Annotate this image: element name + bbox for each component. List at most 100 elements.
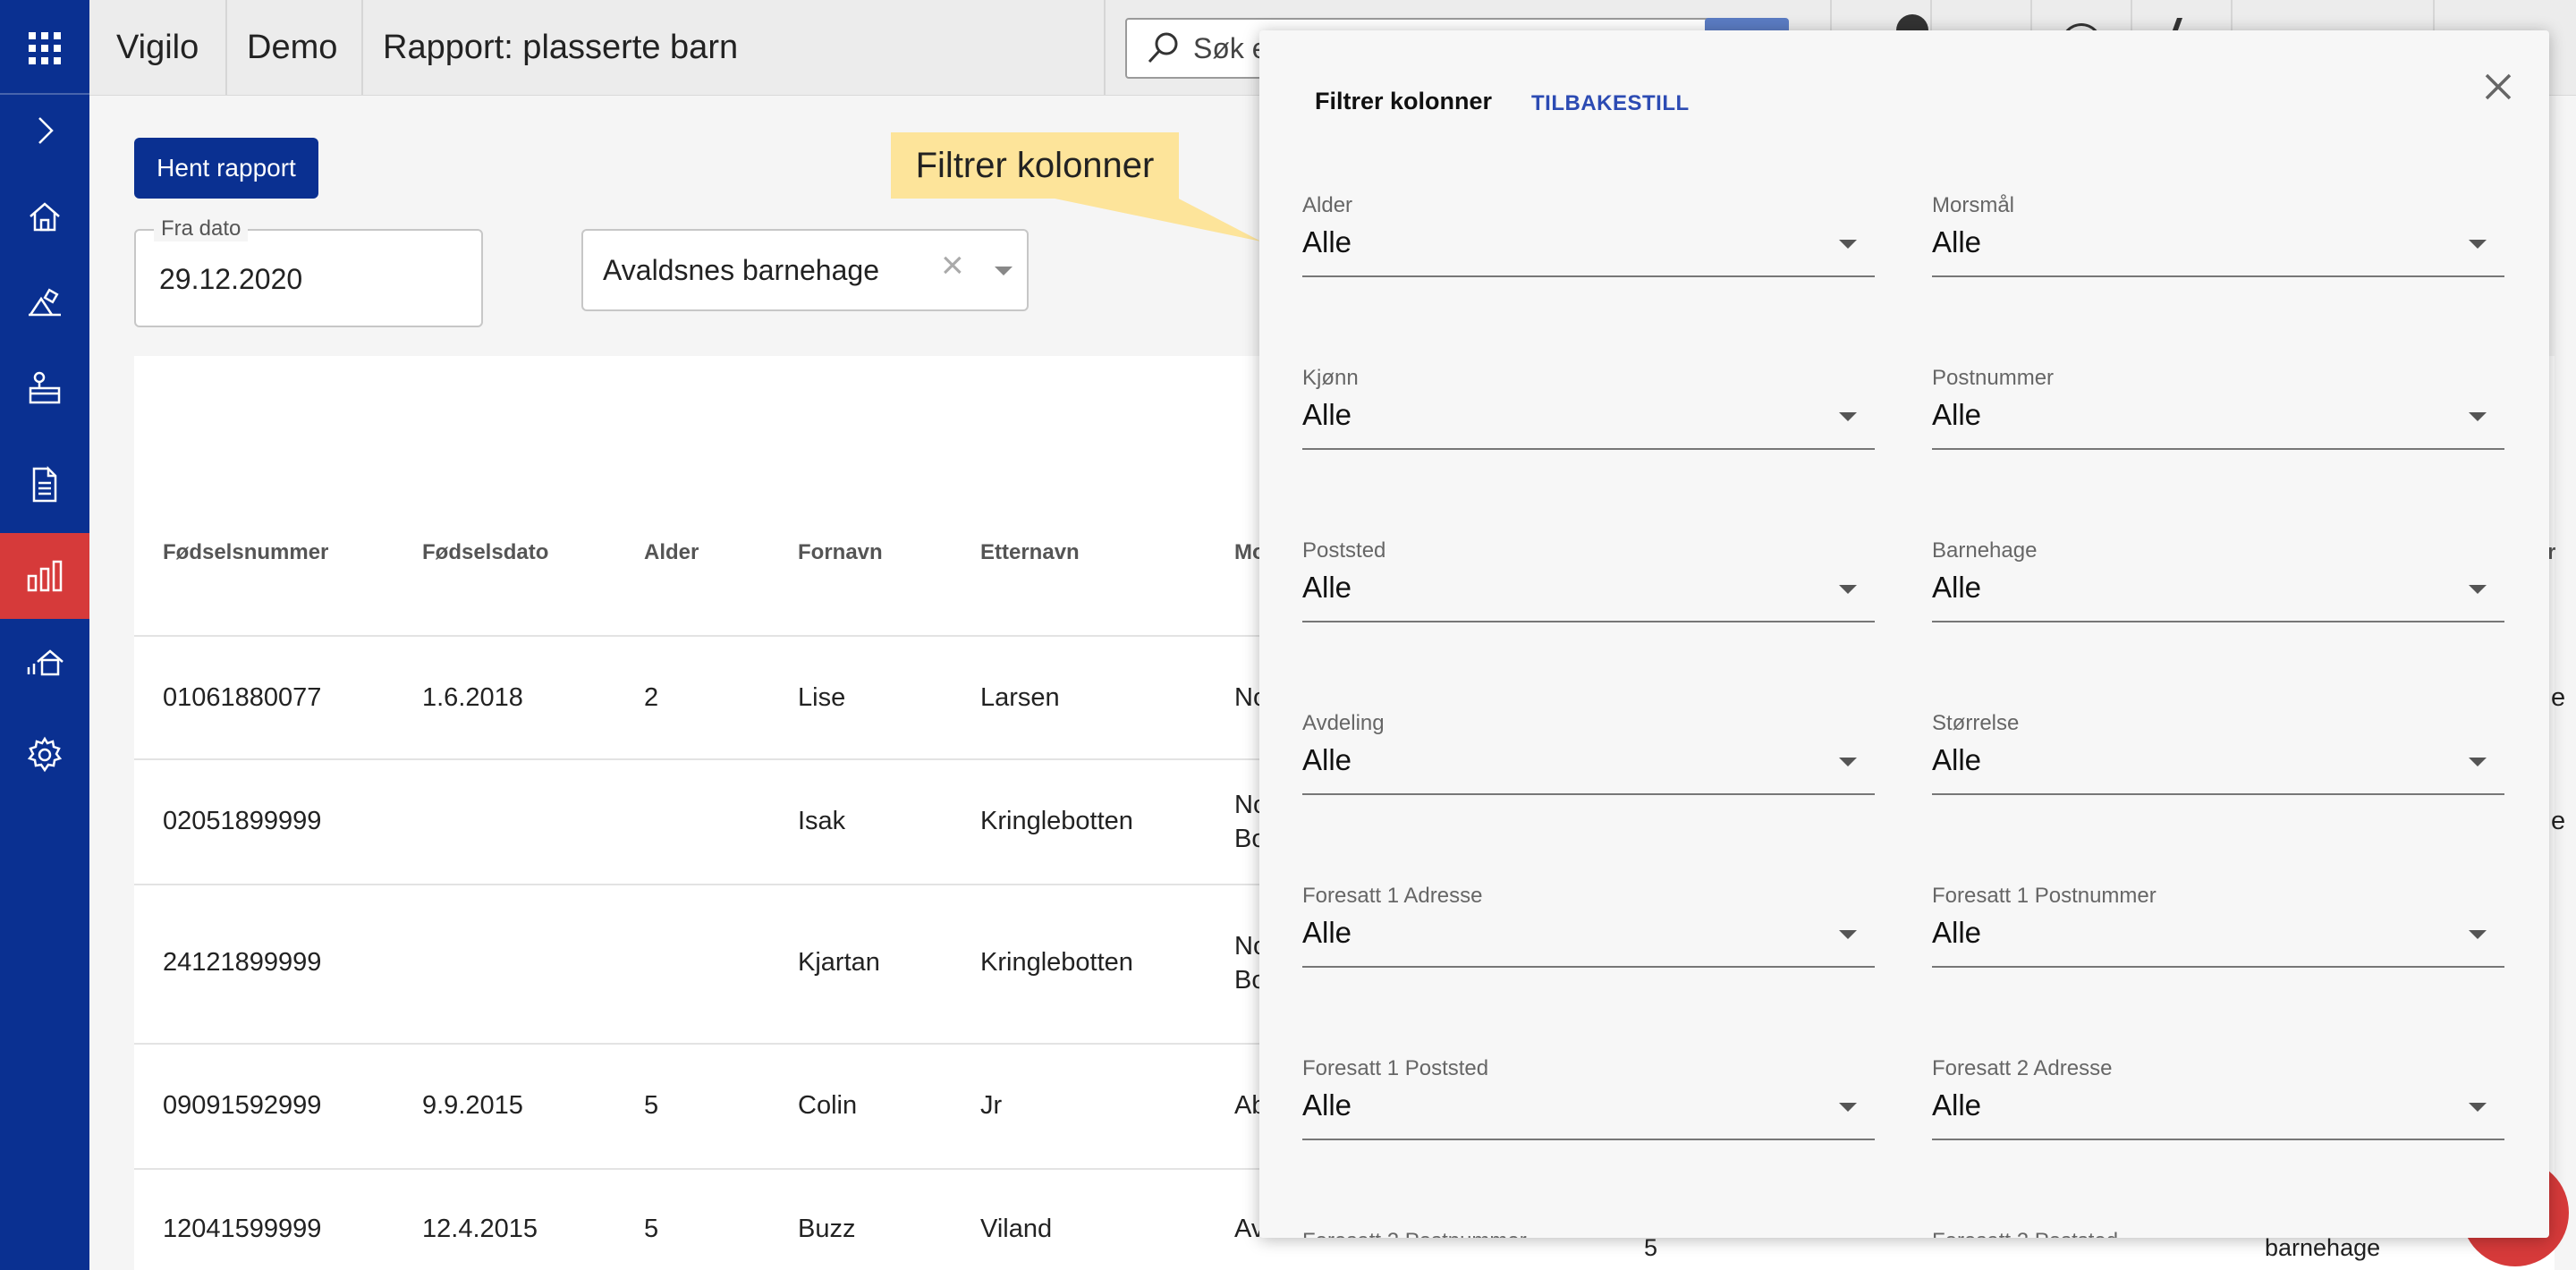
field-underline: [1302, 793, 1875, 795]
report-chart-icon[interactable]: [0, 533, 89, 619]
field-underline: [1932, 1139, 2504, 1140]
filter-field-value: Alle: [1302, 571, 1352, 604]
filter-field-value: Alle: [1932, 398, 1982, 431]
filter-field-label: Kjønn: [1302, 366, 1359, 390]
filter-field-age[interactable]: Alder Alle: [1302, 193, 1875, 292]
cell-age: 2: [644, 683, 659, 712]
filter-field-kindergarten[interactable]: Barnehage Alle: [1932, 538, 2504, 637]
document-icon[interactable]: [0, 442, 89, 528]
cell-last-name: Jr: [980, 1091, 1003, 1120]
cell-first-name: Lise: [798, 683, 846, 712]
column-header[interactable]: Fødselsnummer: [163, 540, 328, 565]
filter-field-label: Foresatt 2 Postnummer: [1302, 1229, 1527, 1238]
chevron-down-icon[interactable]: [995, 267, 1013, 275]
kindergarten-select-value: Avaldsnes barnehage: [603, 254, 879, 286]
inbox-icon[interactable]: [0, 345, 89, 431]
cell-first-name: Isak: [798, 807, 846, 835]
field-underline: [1302, 966, 1875, 968]
search-placeholder: Søk e: [1193, 31, 1268, 64]
filter-field-department[interactable]: Avdeling Alle: [1302, 711, 1875, 809]
cell-last-name: Kringlebotten: [980, 807, 1133, 835]
house-chart-icon[interactable]: [0, 619, 89, 705]
filter-field-guardian1-city[interactable]: Foresatt 1 Poststed Alle: [1302, 1056, 1875, 1155]
filter-panel-title: Filtrer kolonner: [1315, 88, 1493, 114]
filter-field-guardian2-address[interactable]: Foresatt 2 Adresse Alle: [1932, 1056, 2504, 1155]
filter-field-size[interactable]: Størrelse Alle: [1932, 711, 2504, 809]
cell-fragment: 5: [1644, 1234, 1658, 1261]
apps-grid-icon[interactable]: [0, 5, 89, 91]
chevron-down-icon: [2469, 1103, 2487, 1112]
row-divider: [134, 1043, 1261, 1045]
callout-pointer: [1038, 195, 1261, 241]
app-name[interactable]: Vigilo: [116, 0, 199, 95]
chevron-down-icon: [1839, 585, 1857, 594]
settings-gear-icon[interactable]: [0, 712, 89, 798]
sidebar-nav: [0, 0, 89, 1270]
fetch-report-button[interactable]: Hent rapport: [134, 138, 318, 199]
column-header[interactable]: Etternavn: [980, 540, 1080, 565]
filter-field-value: Alle: [1932, 1088, 1982, 1122]
expand-chevron-icon[interactable]: [0, 88, 89, 174]
chevron-down-icon: [1839, 930, 1857, 939]
cell-last-name: Larsen: [980, 683, 1060, 712]
row-divider: [134, 1168, 1261, 1170]
clear-icon[interactable]: ×: [941, 243, 964, 288]
filter-field-value: Alle: [1932, 916, 1982, 949]
cell-age: 5: [644, 1091, 659, 1120]
filter-field-label: Alder: [1302, 193, 1353, 217]
filter-field-mother-tongue[interactable]: Morsmål Alle: [1932, 193, 2504, 292]
cell-first-name: Colin: [798, 1091, 858, 1120]
filter-field-gender[interactable]: Kjønn Alle: [1302, 366, 1875, 464]
cell-fragment: e: [2551, 807, 2566, 835]
filter-field-guardian1-address[interactable]: Foresatt 1 Adresse Alle: [1302, 884, 1875, 982]
filter-field-value: Alle: [1302, 916, 1352, 949]
cell-date: 12.4.2015: [422, 1215, 538, 1243]
cell-fnr: 09091592999: [163, 1091, 322, 1120]
chevron-down-icon: [2469, 585, 2487, 594]
chevron-down-icon: [1839, 240, 1857, 249]
filter-field-label: Avdeling: [1302, 711, 1385, 735]
chevron-down-icon: [2469, 930, 2487, 939]
chevron-down-icon: [1839, 758, 1857, 766]
filter-field-city[interactable]: Poststed Alle: [1302, 538, 1875, 637]
filter-field-guardian2-postal-code[interactable]: Foresatt 2 Postnummer: [1302, 1229, 1875, 1238]
cell-first-name: Buzz: [798, 1215, 856, 1243]
row-divider: [134, 758, 1261, 760]
building-icon[interactable]: [0, 259, 89, 345]
kindergarten-select[interactable]: Avaldsnes barnehage ×: [581, 229, 1029, 311]
cell-first-name: Kjartan: [798, 948, 880, 977]
cell-last-name: Viland: [980, 1215, 1053, 1243]
reset-filters-button[interactable]: TILBAKESTILL: [1531, 91, 1690, 116]
chevron-down-icon: [2469, 758, 2487, 766]
from-date-field[interactable]: Fra dato 29.12.2020: [134, 216, 483, 327]
cell-fnr: 02051899999: [163, 807, 322, 835]
field-underline: [1302, 1139, 1875, 1140]
filter-field-label: Foresatt 1 Adresse: [1302, 884, 1483, 908]
home-icon[interactable]: [0, 174, 89, 259]
field-underline: [1932, 275, 2504, 277]
chevron-down-icon: [2469, 240, 2487, 249]
cell-fnr: 01061880077: [163, 683, 322, 712]
topbar-divider: [225, 0, 227, 95]
field-underline: [1302, 275, 1875, 277]
filter-field-label: Foresatt 1 Postnummer: [1932, 884, 2157, 908]
topbar-divider: [1104, 0, 1106, 95]
column-header[interactable]: Fødselsdato: [422, 540, 548, 565]
filter-field-postal-code[interactable]: Postnummer Alle: [1932, 366, 2504, 464]
column-header[interactable]: Fornavn: [798, 540, 883, 565]
org-name[interactable]: Demo: [247, 0, 337, 95]
column-header[interactable]: Alder: [644, 540, 699, 565]
filter-columns-callout: Filtrer kolonner: [891, 132, 1179, 199]
filter-field-guardian2-city[interactable]: Foresatt 2 Poststed: [1932, 1229, 2504, 1238]
filter-field-guardian1-postal-code[interactable]: Foresatt 1 Postnummer Alle: [1932, 884, 2504, 982]
field-underline: [1932, 966, 2504, 968]
cell-fnr: 12041599999: [163, 1215, 322, 1243]
cell-age: 5: [644, 1215, 659, 1243]
filter-field-label: Morsmål: [1932, 193, 2015, 217]
from-date-value: 29.12.2020: [159, 263, 303, 295]
filter-field-label: Foresatt 2 Adresse: [1932, 1056, 2113, 1080]
filter-field-value: Alle: [1302, 398, 1352, 431]
field-underline: [1932, 448, 2504, 450]
cell-last-name: Kringlebotten: [980, 948, 1133, 977]
close-icon[interactable]: [2476, 64, 2521, 109]
